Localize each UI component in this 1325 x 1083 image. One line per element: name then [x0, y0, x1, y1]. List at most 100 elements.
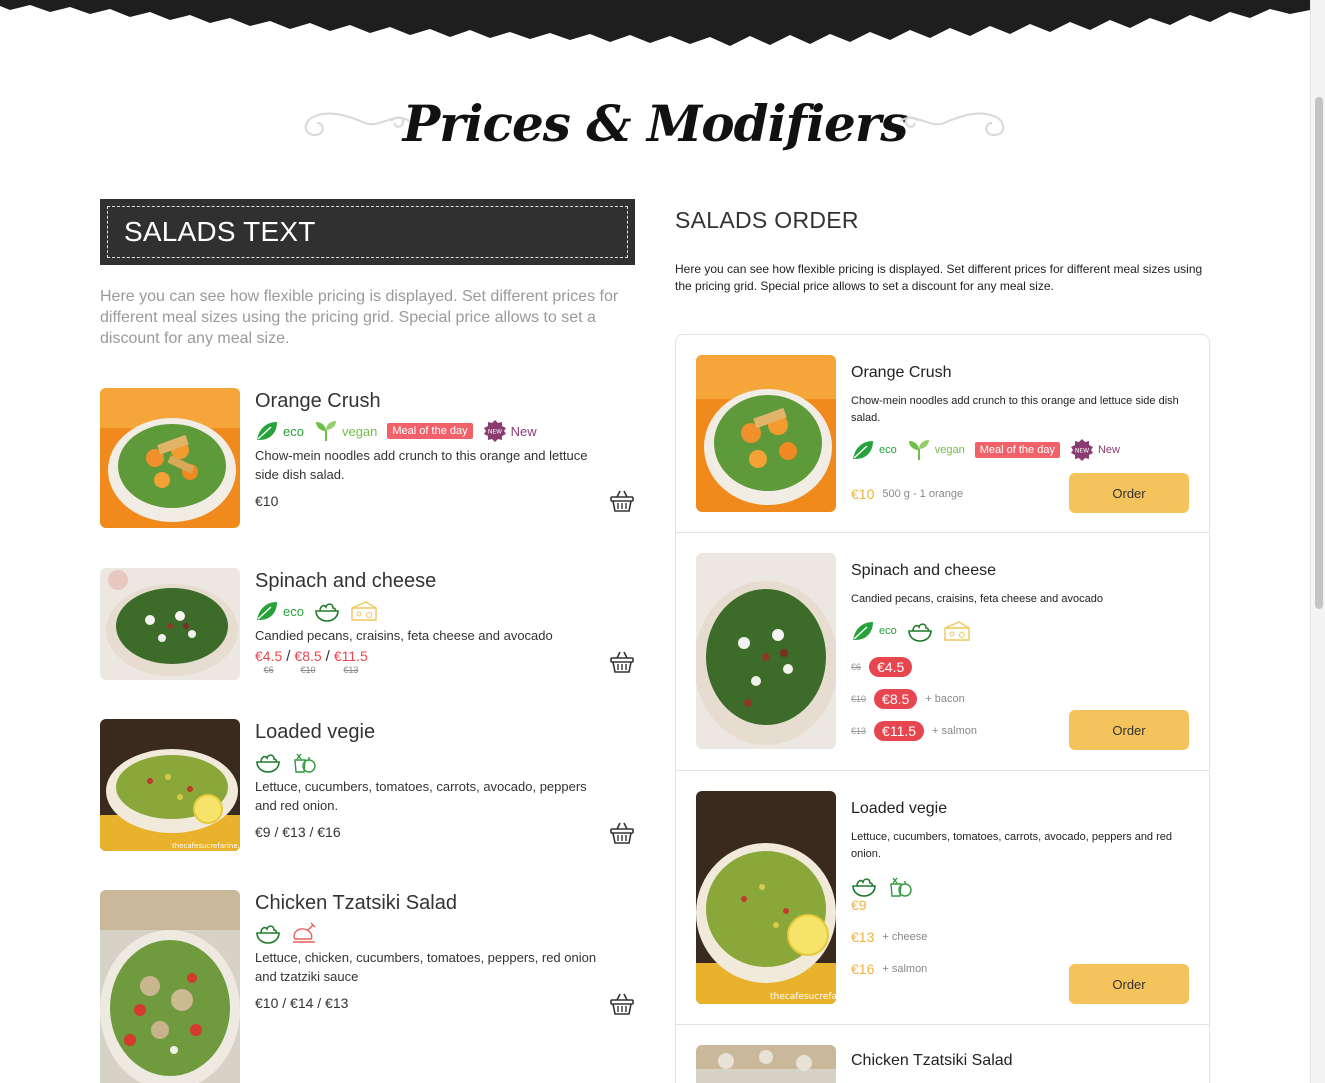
price-note: + bacon [925, 693, 965, 705]
order-button[interactable]: Order [1069, 710, 1189, 750]
price-note: + salmon [882, 963, 928, 975]
leaf-icon [853, 622, 873, 640]
eco-tag: eco [255, 420, 304, 442]
special-price: €4.5 €6 [255, 648, 283, 675]
item-name[interactable]: Chicken Tzatsiki Salad [255, 890, 605, 916]
item-image[interactable] [100, 890, 240, 1083]
item-description: Chow-mein noodles add crunch to this ora… [851, 395, 1179, 424]
price-row: €10 500 g - 1 orange [851, 486, 963, 502]
item-tags: eco [255, 598, 605, 624]
item-info: Spinach and cheese Candied pecans, crais… [851, 560, 1191, 644]
item-info: Orange Crush Chow-mein noodles add crunc… [851, 362, 1191, 463]
price-row: €13 €11.5 + salmon [851, 721, 977, 741]
new-tag: NEW New [1070, 438, 1120, 462]
section-title-box: SALADS TEXT [100, 199, 635, 265]
item-name[interactable]: Spinach and cheese [255, 568, 605, 594]
item-image[interactable]: thecafesucrefarine.com [696, 791, 836, 1004]
eco-tag: eco [851, 620, 897, 642]
item-image[interactable] [100, 568, 240, 680]
item-info: Spinach and cheese eco Candied pecans, c… [255, 568, 605, 677]
basket-icon[interactable] [609, 488, 635, 514]
price-row: €6 €4.5 [851, 657, 913, 677]
item-description: Lettuce, chicken, cucumbers, tomatoes, p… [255, 950, 597, 984]
menu-item[interactable]: Spinach and cheese eco Candied pecans, c… [100, 568, 635, 680]
special-prices: €4.5 €6 / €8.5 €10 / €11.5 €13 [255, 648, 368, 676]
item-image[interactable] [696, 553, 836, 749]
chicken-icon [293, 922, 316, 943]
basket-icon[interactable] [609, 991, 635, 1017]
special-price-pill: €11.5 [874, 721, 925, 741]
meal-of-the-day-badge: Meal of the day [387, 423, 473, 439]
svg-text:NEW: NEW [488, 429, 502, 436]
price-row: €10 €8.5 + bacon [851, 689, 965, 709]
cheese-icon [351, 601, 377, 621]
item-price: €13 [851, 929, 875, 945]
order-item: thecafesucrefarine.com Loaded vegie Lett… [676, 771, 1209, 1025]
svg-text:NEW: NEW [1075, 448, 1089, 455]
top-brush-border [0, 0, 1310, 46]
special-price: €11.5 €13 [333, 648, 368, 675]
item-name[interactable]: Orange Crush [851, 362, 1191, 384]
order-button[interactable]: Order [1069, 473, 1189, 513]
eco-tag: eco [851, 439, 897, 461]
order-item: Spinach and cheese Candied pecans, crais… [676, 533, 1209, 771]
item-name[interactable]: Loaded vegie [851, 798, 1191, 820]
item-info: Orange Crush eco vegan Meal of the day N… [255, 388, 605, 509]
left-menu-column: SALADS TEXT Here you can see how flexibl… [100, 199, 635, 349]
vegetables-icon [294, 753, 316, 773]
price-note: + cheese [882, 931, 928, 943]
price-row: €16 + salmon [851, 961, 927, 977]
item-price: €9 / €13 / €16 [255, 824, 341, 840]
item-image[interactable] [696, 355, 836, 512]
page-title: Prices & Modifiers [402, 94, 909, 153]
special-price-pill: €4.5 [869, 657, 913, 677]
menu-item[interactable]: Orange Crush eco vegan Meal of the day N… [100, 388, 635, 528]
item-info: Chicken Tzatsiki Salad Lettuce, chicken,… [255, 890, 605, 1011]
section-title: SALADS TEXT [124, 216, 316, 247]
item-name[interactable]: Spinach and cheese [851, 560, 1191, 582]
new-badge-icon: NEW [483, 420, 506, 442]
item-description: Candied pecans, craisins, feta cheese an… [851, 593, 1103, 605]
item-info: Loaded vegie Lettuce, cucumbers, tomatoe… [851, 798, 1191, 899]
title-area: Prices & Modifiers [0, 85, 1310, 175]
right-order-column: SALADS ORDER Here you can see how flexib… [675, 200, 1210, 295]
item-tags: eco vegan Meal of the day NEW New [851, 437, 1191, 463]
item-image[interactable] [100, 388, 240, 528]
new-badge-icon: NEW [1070, 439, 1093, 461]
leaf-icon [257, 422, 277, 440]
leaf-icon [257, 602, 277, 620]
section-description: Here you can see how flexible pricing is… [675, 262, 1203, 293]
basket-icon[interactable] [609, 649, 635, 675]
item-price: €10 / €14 / €13 [255, 995, 349, 1011]
item-tags: eco vegan Meal of the day NEW New [255, 418, 605, 444]
page-scrollbar[interactable] [1310, 0, 1325, 1083]
price-note: 500 g - 1 orange [882, 488, 964, 500]
price-row: €13 + cheese [851, 929, 927, 945]
menu-item[interactable]: thecafesucrefarine.com Loaded vegie Lett… [100, 719, 635, 851]
item-name[interactable]: Orange Crush [255, 388, 605, 414]
order-button[interactable]: Order [1069, 964, 1189, 1004]
item-price: €16 [851, 961, 875, 977]
item-info: Loaded vegie Lettuce, cucumbers, tomatoe… [255, 719, 605, 840]
sprout-icon [908, 440, 929, 460]
section-title: SALADS ORDER [675, 207, 859, 233]
order-item: Chicken Tzatsiki Salad [676, 1025, 1209, 1083]
menu-item[interactable]: Chicken Tzatsiki Salad Lettuce, chicken,… [100, 890, 635, 1083]
order-item: Orange Crush Chow-mein noodles add crunc… [676, 335, 1209, 533]
item-price: €10 [255, 493, 279, 509]
scrollbar-thumb[interactable] [1315, 97, 1323, 609]
leaf-icon [853, 441, 873, 459]
swirl-ornament-right [899, 112, 1005, 137]
basket-icon[interactable] [609, 820, 635, 846]
item-image[interactable] [696, 1045, 836, 1083]
item-name[interactable]: Chicken Tzatsiki Salad [851, 1050, 1191, 1072]
item-image[interactable]: thecafesucrefarine.com [100, 719, 240, 851]
item-description: Lettuce, cucumbers, tomatoes, carrots, a… [255, 779, 587, 813]
svg-text:thecafesucrefarine.com: thecafesucrefarine.com [770, 992, 836, 1002]
item-price: €10 [851, 486, 875, 502]
vegan-tag: vegan [314, 420, 377, 442]
item-name[interactable]: Loaded vegie [255, 719, 605, 745]
price-note: + salmon [932, 725, 977, 737]
item-tags [851, 873, 1191, 899]
vegan-tag: vegan [907, 439, 965, 461]
